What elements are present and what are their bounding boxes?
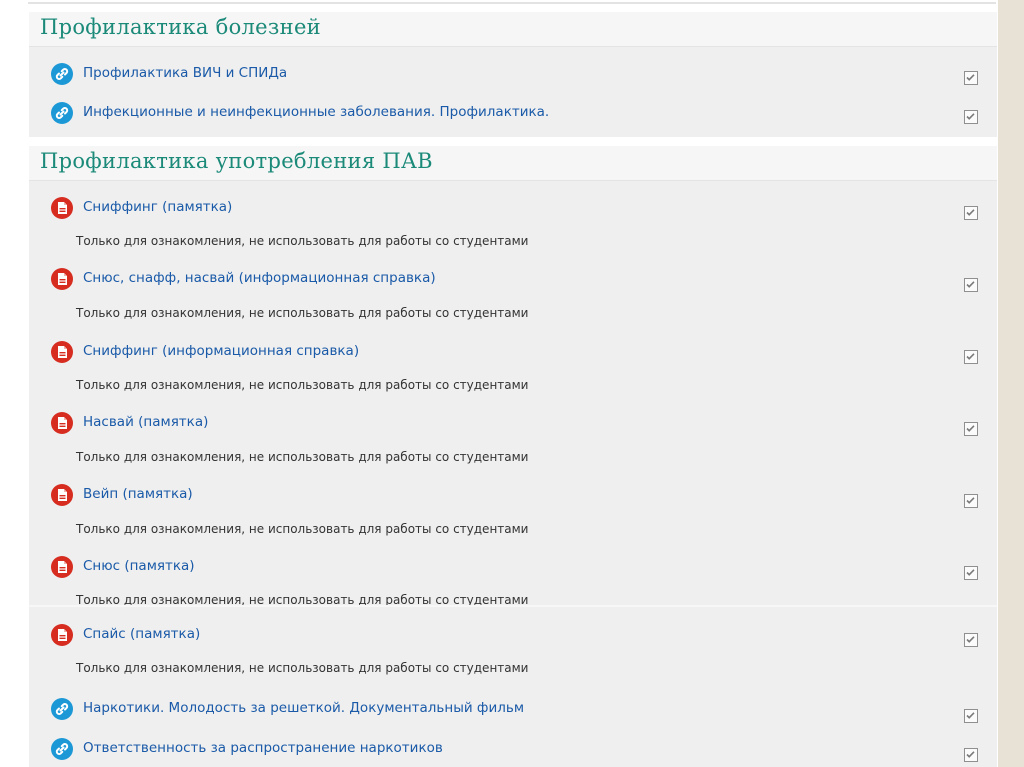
top-divider	[28, 2, 996, 4]
section-substance-prevention: Профилактика употребления ПАВ Сниффинг (…	[29, 146, 997, 767]
completion-checkbox[interactable]	[964, 494, 978, 508]
completion-checkbox[interactable]	[964, 748, 978, 762]
completion-checkbox[interactable]	[964, 278, 978, 292]
activity-link[interactable]: Ответственность за распространение нарко…	[83, 740, 443, 756]
pdf-icon	[51, 412, 73, 434]
activity-note: Только для ознакомления, не использовать…	[76, 234, 529, 248]
section-seam	[29, 605, 997, 607]
activity-item: Профилактика ВИЧ и СПИДа	[29, 59, 997, 89]
activity-item: Снюс (памятка)	[29, 552, 997, 582]
right-scroll-rail	[998, 0, 1024, 767]
pdf-icon	[51, 556, 73, 578]
link-icon	[51, 102, 73, 124]
section-disease-prevention: Профилактика болезней Профилактика ВИЧ и…	[29, 12, 997, 137]
course-page: Профилактика болезней Профилактика ВИЧ и…	[0, 0, 1024, 767]
completion-checkbox[interactable]	[964, 206, 978, 220]
section-title: Профилактика болезней	[40, 15, 321, 39]
completion-checkbox[interactable]	[964, 709, 978, 723]
section-header: Профилактика употребления ПАВ	[29, 146, 997, 181]
completion-checkbox[interactable]	[964, 71, 978, 85]
completion-checkbox[interactable]	[964, 422, 978, 436]
activity-link[interactable]: Сниффинг (памятка)	[83, 199, 232, 215]
activity-link[interactable]: Вейп (памятка)	[83, 486, 193, 502]
activity-item: Сниффинг (информационная справка)	[29, 337, 997, 367]
pdf-icon	[51, 484, 73, 506]
activity-note: Только для ознакомления, не использовать…	[76, 306, 529, 320]
activity-note: Только для ознакомления, не использовать…	[76, 378, 529, 392]
activity-item: Насвай (памятка)	[29, 408, 997, 438]
activity-item: Снюс, снафф, насвай (информационная спра…	[29, 264, 997, 294]
activity-link[interactable]: Профилактика ВИЧ и СПИДа	[83, 65, 287, 81]
link-icon	[51, 63, 73, 85]
left-margin	[0, 0, 28, 767]
pdf-icon	[51, 268, 73, 290]
activity-link[interactable]: Снюс, снафф, насвай (информационная спра…	[83, 270, 436, 286]
link-icon	[51, 738, 73, 760]
activity-link[interactable]: Наркотики. Молодость за решеткой. Докуме…	[83, 700, 524, 716]
activity-item: Вейп (памятка)	[29, 480, 997, 510]
link-icon	[51, 698, 73, 720]
activity-item: Инфекционные и неинфекционные заболевани…	[29, 98, 997, 128]
activity-link[interactable]: Сниффинг (информационная справка)	[83, 343, 359, 359]
completion-checkbox[interactable]	[964, 566, 978, 580]
pdf-icon	[51, 197, 73, 219]
activity-item: Наркотики. Молодость за решеткой. Докуме…	[29, 694, 997, 724]
activity-link[interactable]: Насвай (памятка)	[83, 414, 208, 430]
activity-link[interactable]: Инфекционные и неинфекционные заболевани…	[83, 104, 549, 120]
completion-checkbox[interactable]	[964, 350, 978, 364]
activity-note: Только для ознакомления, не использовать…	[76, 450, 529, 464]
pdf-icon	[51, 341, 73, 363]
activity-item: Ответственность за распространение нарко…	[29, 734, 997, 764]
completion-checkbox[interactable]	[964, 110, 978, 124]
completion-checkbox[interactable]	[964, 633, 978, 647]
activity-note: Только для ознакомления, не использовать…	[76, 661, 529, 675]
pdf-icon	[51, 624, 73, 646]
activity-note: Только для ознакомления, не использовать…	[76, 522, 529, 536]
section-title: Профилактика употребления ПАВ	[40, 149, 433, 173]
activity-link[interactable]: Снюс (памятка)	[83, 558, 195, 574]
activity-item: Сниффинг (памятка)	[29, 193, 997, 223]
activity-item: Спайс (памятка)	[29, 620, 997, 650]
activity-link[interactable]: Спайс (памятка)	[83, 626, 200, 642]
section-header: Профилактика болезней	[29, 12, 997, 47]
